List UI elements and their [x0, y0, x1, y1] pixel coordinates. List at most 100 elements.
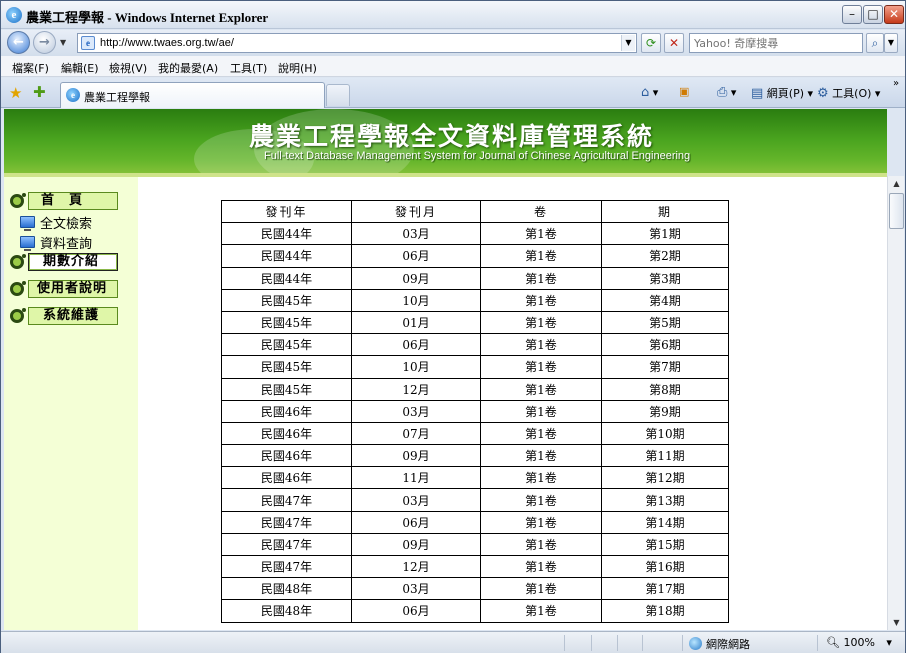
chevron-icon[interactable]: » — [893, 78, 899, 89]
cell-volume: 第1卷 — [480, 421, 602, 446]
security-zone-label: 網際網路 — [706, 638, 750, 651]
page-menu-button[interactable]: ▤ 網頁(P) ▾ — [751, 85, 813, 101]
scroll-up-icon[interactable]: ▲ — [889, 176, 904, 191]
minimize-button[interactable]: – — [842, 5, 862, 24]
table-row: 民國45年 06月 第1卷 第6期 — [221, 333, 729, 357]
table-row: 民國46年 11月 第1卷 第12期 — [221, 466, 729, 490]
home-button[interactable]: ⌂ ▾ — [641, 85, 658, 100]
cell-year: 民國46年 — [221, 421, 352, 446]
browser-window: e 農業工程學報 - Windows Internet Explorer – □… — [0, 0, 906, 653]
banner-title: 農業工程學報全文資料庫管理系統 — [249, 122, 655, 151]
nav-user-guide-label[interactable]: 使用者說明 — [28, 280, 118, 298]
cell-issue: 第13期 — [601, 488, 729, 512]
print-button[interactable]: ⎙ ▾ — [717, 85, 736, 100]
table-row: 民國45年 12月 第1卷 第8期 — [221, 377, 729, 401]
cell-month: 01月 — [351, 310, 481, 335]
close-button[interactable]: ✕ — [884, 5, 904, 24]
search-options-icon[interactable]: ▼ — [884, 33, 898, 53]
menu-tools[interactable]: 工具(T) — [230, 60, 267, 76]
table-row: 民國45年 01月 第1卷 第5期 — [221, 310, 729, 335]
back-button[interactable]: ← — [7, 31, 30, 54]
search-icon[interactable]: ⌕ — [866, 33, 884, 53]
cell-volume: 第1卷 — [480, 488, 602, 512]
cell-year: 民國45年 — [221, 333, 352, 357]
page-viewport: 農業工程學報全文資料庫管理系統 Full-text Database Manag… — [4, 109, 887, 630]
zoom-label: 100% — [843, 636, 875, 649]
search-box[interactable] — [689, 33, 863, 53]
table-row: 民國45年 10月 第1卷 第4期 — [221, 288, 729, 312]
new-tab-button[interactable] — [326, 84, 350, 106]
address-bar[interactable]: e http://www.twaes.org.tw/ae/ ▼ — [77, 33, 637, 53]
menu-file[interactable]: 檔案(F) — [12, 60, 49, 76]
nav-fulltext-search-label[interactable]: 全文檢索 — [40, 213, 92, 232]
feeds-icon[interactable]: ▣ — [679, 85, 689, 98]
cell-month: 09月 — [351, 444, 481, 468]
menu-edit[interactable]: 編輯(E) — [61, 60, 99, 76]
url-text[interactable]: http://www.twaes.org.tw/ae/ — [100, 37, 234, 49]
table-body: 民國44年 03月 第1卷 第1期 民國44年 06月 第1卷 第2期 民國44年 09月 第1卷第… — [221, 222, 729, 623]
cell-volume: 第1卷 — [480, 577, 602, 601]
nav-data-query-label[interactable]: 資料查詢 — [40, 233, 92, 252]
tab-current[interactable]: e 農業工程學報 — [60, 82, 325, 108]
table-row: 民國47年 06月 第1卷 第14期 — [221, 510, 729, 534]
cell-year: 民國48年 — [221, 577, 352, 601]
header-month: 發刊月 — [351, 199, 481, 224]
sidebar: 首 頁 全文檢索 資料查詢 期數介紹 使用者說明 系統維護 — [4, 177, 138, 630]
cell-year: 民國45年 — [221, 288, 352, 312]
cell-year: 民國44年 — [221, 244, 352, 268]
gear-icon: ⚙ — [817, 86, 829, 101]
nav-bullet-icon — [10, 308, 26, 323]
favorites-star-icon[interactable]: ★ — [9, 84, 22, 102]
scroll-thumb[interactable] — [889, 193, 904, 229]
cell-month: 09月 — [351, 266, 481, 290]
status-divider — [817, 635, 818, 651]
menu-view[interactable]: 檢視(V) — [109, 60, 147, 76]
cell-issue: 第7期 — [601, 355, 729, 379]
status-bar: 網際網路 🔍︎ 100% ▾ — [1, 631, 905, 653]
zoom-control[interactable]: 🔍︎ 100% ▾ — [826, 636, 892, 649]
cell-month: 03月 — [351, 399, 481, 423]
cell-year: 民國47年 — [221, 532, 352, 557]
cell-month: 11月 — [351, 466, 481, 490]
cell-issue: 第1期 — [601, 222, 729, 246]
menu-help[interactable]: 說明(H) — [278, 60, 317, 76]
maximize-button[interactable]: □ — [863, 5, 883, 24]
zoom-dropdown-icon[interactable]: ▾ — [886, 636, 892, 649]
table-row: 民國46年 07月 第1卷 第10期 — [221, 421, 729, 446]
address-dropdown-icon[interactable]: ▼ — [621, 35, 635, 51]
cell-volume: 第1卷 — [480, 222, 602, 246]
cell-year: 民國46年 — [221, 399, 352, 423]
cell-month: 03月 — [351, 222, 481, 246]
tab-ie-icon: e — [66, 88, 80, 102]
header-year: 發刊年 — [221, 199, 352, 224]
header-volume: 卷 — [480, 199, 602, 224]
nav-issues-intro-label[interactable]: 期數介紹 — [28, 253, 118, 271]
cell-issue: 第6期 — [601, 333, 729, 357]
ie-logo-icon: e — [6, 7, 22, 23]
refresh-icon[interactable]: ⟳ — [641, 33, 661, 53]
table-row: 民國46年 09月 第1卷 第11期 — [221, 444, 729, 468]
cell-month: 10月 — [351, 288, 481, 312]
scroll-down-icon[interactable]: ▼ — [889, 615, 904, 630]
stop-icon[interactable]: ✕ — [664, 33, 684, 53]
tab-label: 農業工程學報 — [84, 91, 150, 104]
nav-home-label[interactable]: 首 頁 — [28, 192, 118, 210]
cell-year: 民國45年 — [221, 355, 352, 379]
home-icon: ⌂ — [641, 85, 650, 100]
menu-favorites[interactable]: 我的最愛(A) — [158, 60, 218, 76]
nav-bullet-icon — [10, 281, 26, 296]
add-favorites-icon[interactable]: ✚ — [33, 83, 46, 101]
cell-month: 09月 — [351, 532, 481, 557]
nav-system-maintenance-label[interactable]: 系統維護 — [28, 307, 118, 325]
status-divider — [682, 635, 683, 651]
history-dropdown-icon[interactable]: ▼ — [60, 38, 66, 47]
cell-year: 民國46年 — [221, 466, 352, 490]
vertical-scrollbar[interactable]: ▲ ▼ — [887, 176, 904, 630]
search-input[interactable] — [690, 34, 862, 52]
table-row: 民國47年 09月 第1卷 第15期 — [221, 532, 729, 557]
forward-button[interactable]: → — [33, 31, 56, 54]
table-header-row: 發刊年 發刊月 卷 期 — [221, 199, 729, 224]
tools-menu-button[interactable]: ⚙ 工具(O) ▾ — [817, 85, 880, 101]
cell-volume: 第1卷 — [480, 333, 602, 357]
monitor-icon — [20, 236, 35, 251]
